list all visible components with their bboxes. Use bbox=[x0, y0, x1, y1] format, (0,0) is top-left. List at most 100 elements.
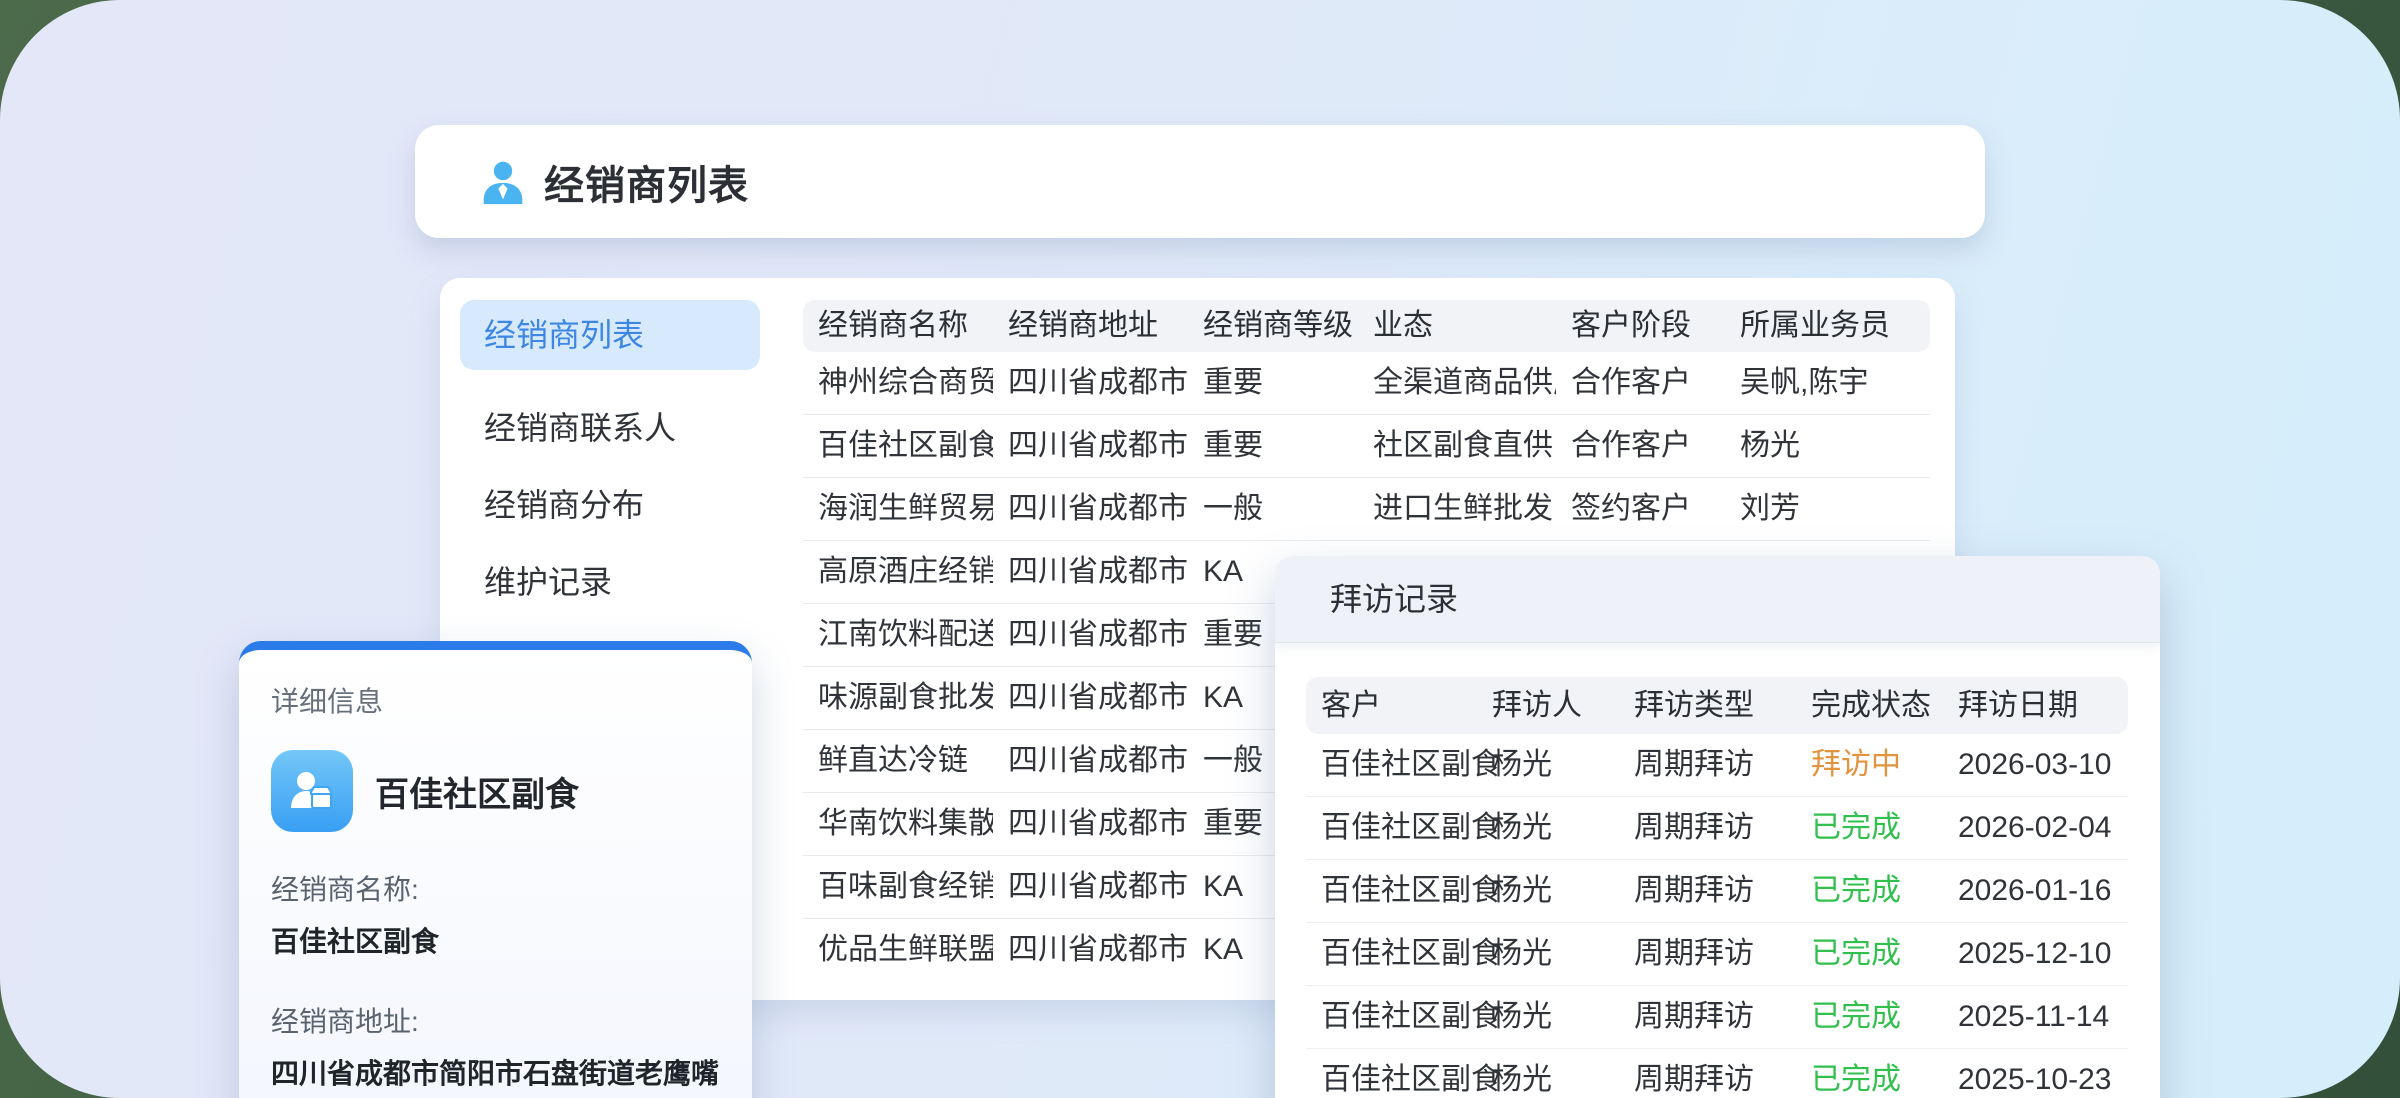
cell-stage: 合作客户 bbox=[1556, 352, 1725, 414]
desktop-backdrop: 经销商列表 经销商列表经销商联系人经销商分布维护记录 经销商名称经销商地址经销商… bbox=[0, 0, 2400, 1098]
cell-type: 周期拜访 bbox=[1619, 734, 1796, 796]
visit-panel-title: 拜访记录 bbox=[1275, 556, 2160, 643]
cell-address: 四川省成都市... bbox=[993, 856, 1188, 918]
cell-visitor: 杨光 bbox=[1477, 923, 1619, 985]
cell-customer: 百佳社区副食 bbox=[1306, 860, 1477, 922]
column-header: 客户 bbox=[1306, 677, 1477, 734]
field-value: 百佳社区副食 bbox=[271, 920, 744, 964]
cell-name: 百味副食经销 bbox=[803, 856, 993, 918]
cell-agent: 刘芳 bbox=[1725, 478, 1930, 540]
table-row[interactable]: 百佳社区副食 杨光 周期拜访 已完成 2025-10-23 bbox=[1306, 1049, 2128, 1098]
status-badge: 已完成 bbox=[1796, 797, 1943, 859]
detail-fields: 经销商名称: 百佳社区副食 经销商地址: 四川省成都市简阳市石盘街道老鹰嘴简州新… bbox=[271, 868, 744, 1098]
cell-grade: 一般 bbox=[1188, 478, 1358, 540]
status-badge: 已完成 bbox=[1796, 1049, 1943, 1098]
cell-date: 2025-10-23 bbox=[1943, 1049, 2128, 1098]
table-row[interactable]: 百佳社区副食 杨光 周期拜访 已完成 2026-02-04 bbox=[1306, 797, 2128, 860]
visit-table-body: 百佳社区副食 杨光 周期拜访 拜访中 2026-03-10 百佳社区副食 杨光 … bbox=[1306, 734, 2128, 1098]
cell-agent: 杨光 bbox=[1725, 415, 1930, 477]
column-header: 拜访类型 bbox=[1619, 677, 1796, 734]
page-header: 经销商列表 bbox=[415, 125, 1985, 238]
cell-customer: 百佳社区副食 bbox=[1306, 734, 1477, 796]
cell-grade: 重要 bbox=[1188, 415, 1358, 477]
page-title: 经销商列表 bbox=[544, 153, 749, 211]
cell-customer: 百佳社区副食 bbox=[1306, 923, 1477, 985]
distributor-table-header: 经销商名称经销商地址经销商等级业态客户阶段所属业务员 bbox=[803, 300, 1930, 352]
column-header: 拜访日期 bbox=[1943, 677, 2128, 734]
cell-visitor: 杨光 bbox=[1477, 797, 1619, 859]
cell-visitor: 杨光 bbox=[1477, 986, 1619, 1048]
table-row[interactable]: 百佳社区副食 杨光 周期拜访 已完成 2025-12-10 bbox=[1306, 923, 2128, 986]
cell-customer: 百佳社区副食 bbox=[1306, 797, 1477, 859]
column-header: 所属业务员 bbox=[1725, 300, 1930, 352]
cell-address: 四川省成都市... bbox=[993, 415, 1188, 477]
cell-address: 四川省成都市... bbox=[993, 352, 1188, 414]
field-label: 经销商地址: bbox=[271, 1000, 744, 1040]
cell-address: 四川省成都市... bbox=[993, 667, 1188, 729]
cell-stage: 合作客户 bbox=[1556, 415, 1725, 477]
field-value: 四川省成都市简阳市石盘街道老鹰嘴简州新城 bbox=[271, 1052, 744, 1098]
visit-table: 客户拜访人拜访类型完成状态拜访日期 百佳社区副食 杨光 周期拜访 拜访中 202… bbox=[1306, 677, 2128, 1098]
cell-name: 神州综合商贸 bbox=[803, 352, 993, 414]
cell-date: 2025-11-14 bbox=[1943, 986, 2128, 1048]
cell-business: 全渠道商品供应 bbox=[1358, 352, 1556, 414]
cell-address: 四川省成都市.. bbox=[993, 478, 1188, 540]
column-header: 业态 bbox=[1358, 300, 1556, 352]
cell-stage: 签约客户 bbox=[1556, 478, 1725, 540]
column-header: 拜访人 bbox=[1477, 677, 1619, 734]
cell-name: 高原酒庄经销 bbox=[803, 541, 993, 603]
cell-customer: 百佳社区副食 bbox=[1306, 1049, 1477, 1098]
table-row[interactable]: 百佳社区副食 四川省成都市... 重要 社区副食直供 合作客户 杨光 bbox=[803, 415, 1930, 478]
cell-date: 2026-01-16 bbox=[1943, 860, 2128, 922]
sidebar-item[interactable]: 经销商分布 bbox=[460, 467, 760, 544]
column-header: 客户阶段 bbox=[1556, 300, 1725, 352]
person-icon bbox=[480, 157, 526, 207]
cell-business: 社区副食直供 bbox=[1358, 415, 1556, 477]
column-header: 经销商名称 bbox=[803, 300, 993, 352]
distributor-name: 百佳社区副食 bbox=[375, 767, 579, 816]
sidebar-item[interactable]: 经销商联系人 bbox=[460, 390, 760, 467]
detail-field: 经销商地址: 四川省成都市简阳市石盘街道老鹰嘴简州新城 bbox=[271, 1000, 744, 1098]
visit-records-panel: 拜访记录 客户拜访人拜访类型完成状态拜访日期 百佳社区副食 杨光 周期拜访 拜访… bbox=[1275, 556, 2160, 1098]
cell-date: 2026-02-04 bbox=[1943, 797, 2128, 859]
status-badge: 已完成 bbox=[1796, 860, 1943, 922]
detail-field: 经销商名称: 百佳社区副食 bbox=[271, 868, 744, 964]
sidebar: 经销商列表经销商联系人经销商分布维护记录 bbox=[460, 300, 760, 621]
cell-address: 四川省成都市... bbox=[993, 919, 1188, 981]
cell-address: 四川省成都市... bbox=[993, 541, 1188, 603]
cell-visitor: 杨光 bbox=[1477, 734, 1619, 796]
status-badge: 拜访中 bbox=[1796, 734, 1943, 796]
cell-type: 周期拜访 bbox=[1619, 797, 1796, 859]
cell-customer: 百佳社区副食 bbox=[1306, 986, 1477, 1048]
cell-type: 周期拜访 bbox=[1619, 923, 1796, 985]
cell-name: 百佳社区副食 bbox=[803, 415, 993, 477]
detail-panel: 详细信息 百佳社区副食 经销商名称: 百佳社区副食 bbox=[239, 641, 752, 1098]
field-label: 经销商名称: bbox=[271, 868, 744, 908]
cell-name: 华南饮料集散 bbox=[803, 793, 993, 855]
cell-name: 味源副食批发 bbox=[803, 667, 993, 729]
cell-name: 优品生鲜联盟 bbox=[803, 919, 993, 981]
status-badge: 已完成 bbox=[1796, 923, 1943, 985]
table-row[interactable]: 百佳社区副食 杨光 周期拜访 拜访中 2026-03-10 bbox=[1306, 734, 2128, 797]
cell-business: 进口生鲜批发 bbox=[1358, 478, 1556, 540]
cell-type: 周期拜访 bbox=[1619, 860, 1796, 922]
table-row[interactable]: 海润生鲜贸易 四川省成都市.. 一般 进口生鲜批发 签约客户 刘芳 bbox=[803, 478, 1930, 541]
app-page: 经销商列表 经销商列表经销商联系人经销商分布维护记录 经销商名称经销商地址经销商… bbox=[0, 0, 2400, 1098]
column-header: 经销商等级 bbox=[1188, 300, 1358, 352]
table-row[interactable]: 百佳社区副食 杨光 周期拜访 已完成 2025-11-14 bbox=[1306, 986, 2128, 1049]
cell-date: 2026-03-10 bbox=[1943, 734, 2128, 796]
sidebar-item[interactable]: 经销商列表 bbox=[460, 300, 760, 370]
visit-table-header: 客户拜访人拜访类型完成状态拜访日期 bbox=[1306, 677, 2128, 734]
cell-address: 四川省成都市... bbox=[993, 793, 1188, 855]
cell-agent: 吴帆,陈宇 bbox=[1725, 352, 1930, 414]
table-row[interactable]: 百佳社区副食 杨光 周期拜访 已完成 2026-01-16 bbox=[1306, 860, 2128, 923]
sidebar-item[interactable]: 维护记录 bbox=[460, 544, 760, 621]
column-header: 完成状态 bbox=[1796, 677, 1943, 734]
distributor-app-icon bbox=[271, 750, 353, 832]
detail-header: 百佳社区副食 bbox=[271, 750, 744, 832]
detail-panel-title: 详细信息 bbox=[271, 680, 744, 720]
cell-address: 四川省成都市... bbox=[993, 604, 1188, 666]
cell-type: 周期拜访 bbox=[1619, 1049, 1796, 1098]
status-badge: 已完成 bbox=[1796, 986, 1943, 1048]
table-row[interactable]: 神州综合商贸 四川省成都市... 重要 全渠道商品供应 合作客户 吴帆,陈宇 bbox=[803, 352, 1930, 415]
